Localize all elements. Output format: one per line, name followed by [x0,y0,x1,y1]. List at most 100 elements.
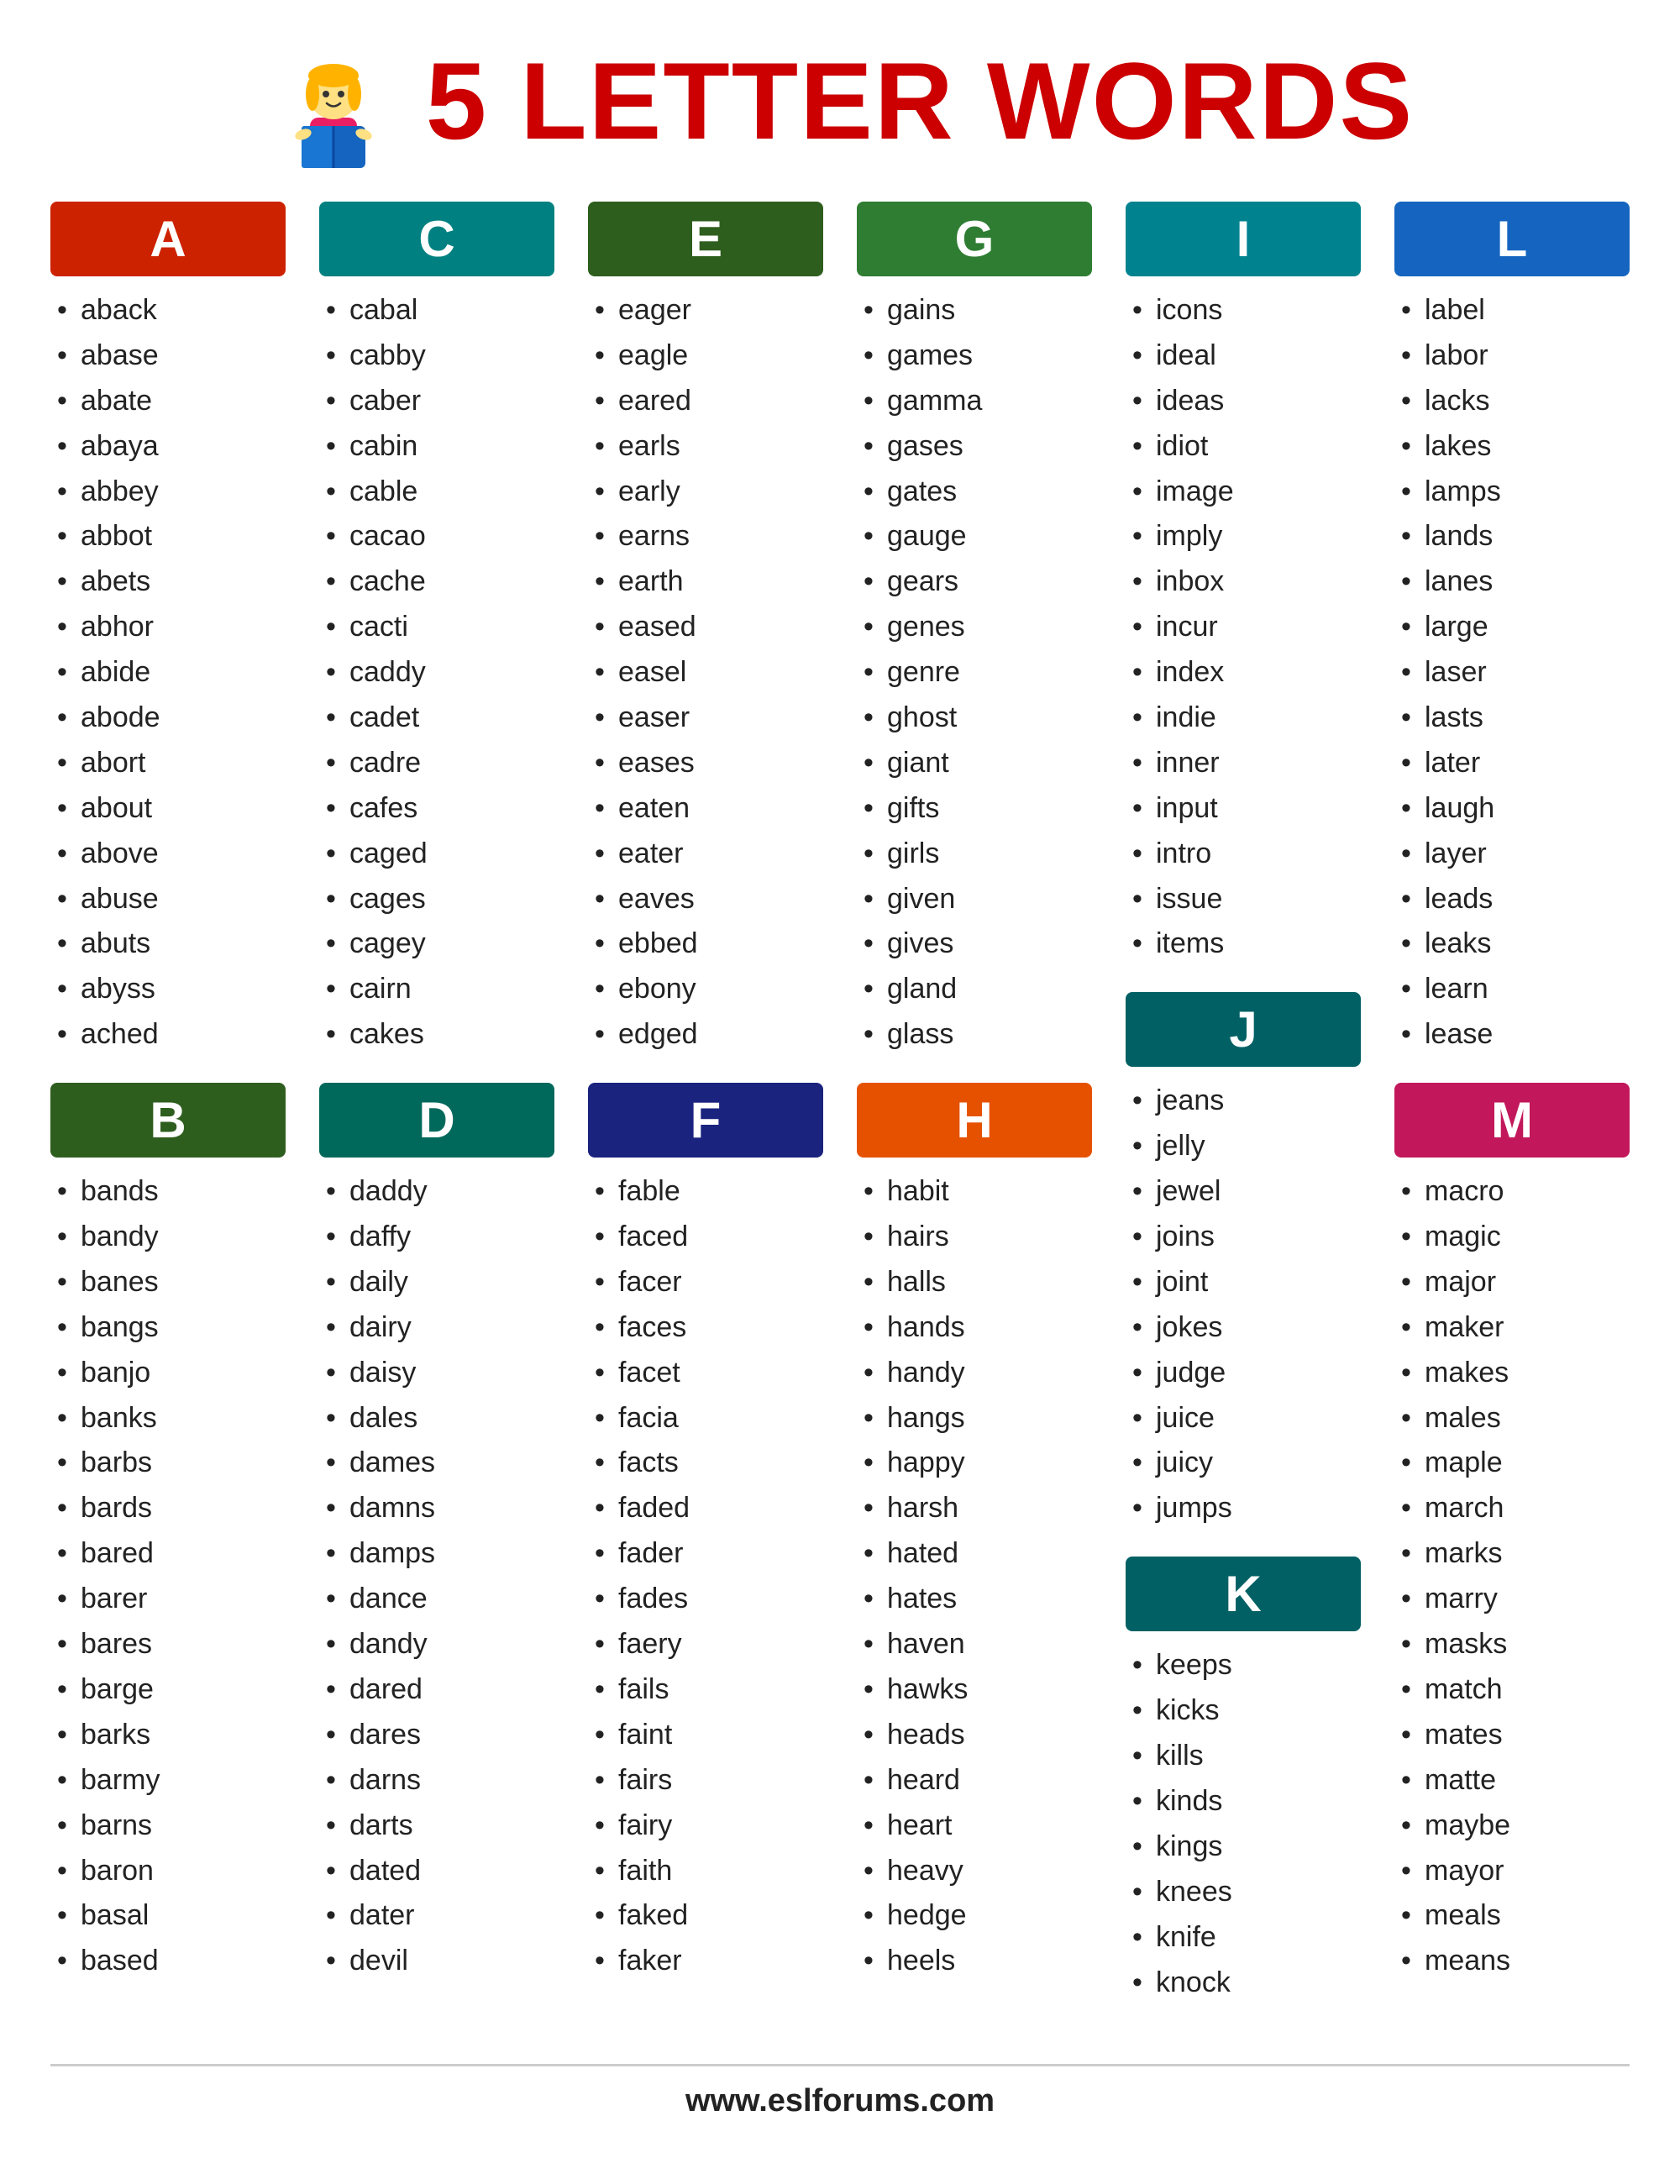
list-item: jumps [1126,1486,1361,1531]
list-item: abate [50,379,286,424]
section-d: Ddaddydaffydailydairydaisydalesdamesdamn… [319,1083,554,1984]
list-item: march [1394,1486,1630,1531]
list-item: cache [319,559,554,605]
list-item: lamps [1394,470,1630,515]
column-5: Iiconsidealideasidiotimageimplyinboxincu… [1126,202,1361,2030]
list-item: eaves [588,877,823,922]
list-item: cabal [319,288,554,333]
list-item: daisy [319,1351,554,1396]
words-grid: Aabackabaseabateabayaabbeyabbotabetsabho… [50,202,1630,2030]
word-list-h: habithairshallshandshandyhangshappyharsh… [857,1169,1092,1984]
list-item: abide [50,650,286,696]
list-item: jewel [1126,1169,1361,1215]
list-item: indie [1126,696,1361,741]
section-e: Eeagereagleearedearlsearlyearnsearthease… [588,202,823,1058]
list-item: eagle [588,333,823,379]
list-item: gland [857,967,1092,1012]
list-item: bangs [50,1305,286,1351]
list-item: males [1394,1396,1630,1441]
list-item: labor [1394,333,1630,379]
column-1: Aabackabaseabateabayaabbeyabbotabetsabho… [50,202,286,2030]
list-item: abuts [50,921,286,967]
list-item: layer [1394,832,1630,877]
list-item: darts [319,1803,554,1849]
list-item: lands [1394,514,1630,559]
list-item: knock [1126,1961,1361,2006]
list-item: ideas [1126,379,1361,424]
page-header: 5 LETTER WORDS [50,34,1630,168]
list-item: heart [857,1803,1092,1849]
list-item: magic [1394,1215,1630,1260]
list-item: gifts [857,786,1092,832]
list-item: dairy [319,1305,554,1351]
list-item: cadre [319,741,554,786]
word-list-a: abackabaseabateabayaabbeyabbotabetsabhor… [50,288,286,1058]
list-item: icons [1126,288,1361,333]
list-item: fairs [588,1758,823,1803]
list-item: faced [588,1215,823,1260]
list-item: mayor [1394,1849,1630,1894]
list-item: joins [1126,1215,1361,1260]
list-item: dater [319,1893,554,1939]
list-item: abode [50,696,286,741]
list-item: eases [588,741,823,786]
list-item: gains [857,288,1092,333]
list-item: cagey [319,921,554,967]
list-item: matte [1394,1758,1630,1803]
column-6: Llabellaborlackslakeslampslandslaneslarg… [1394,202,1630,2030]
list-item: learn [1394,967,1630,1012]
list-item: heard [857,1758,1092,1803]
list-item: hands [857,1305,1092,1351]
list-item: fades [588,1577,823,1622]
list-item: major [1394,1260,1630,1305]
list-item: damns [319,1486,554,1531]
list-item: dance [319,1577,554,1622]
list-item: fairy [588,1803,823,1849]
list-item: means [1394,1939,1630,1984]
section-f: Ffablefacedfacerfacesfacetfaciafactsfade… [588,1083,823,1984]
list-item: abets [50,559,286,605]
list-item: given [857,877,1092,922]
list-item: facet [588,1351,823,1396]
list-item: cages [319,877,554,922]
list-item: games [857,333,1092,379]
list-item: facts [588,1441,823,1486]
word-list-i: iconsidealideasidiotimageimplyinboxincur… [1126,288,1361,967]
list-item: juice [1126,1396,1361,1441]
list-item: caged [319,832,554,877]
list-item: giant [857,741,1092,786]
list-item: later [1394,741,1630,786]
list-item: judge [1126,1351,1361,1396]
list-item: faces [588,1305,823,1351]
list-item: imply [1126,514,1361,559]
list-item: bards [50,1486,286,1531]
list-item: heads [857,1713,1092,1758]
letter-header-f: F [588,1083,823,1158]
list-item: ebbed [588,921,823,967]
list-item: haven [857,1622,1092,1667]
section-m: Mmacromagicmajormakermakesmalesmaplemarc… [1394,1083,1630,1984]
list-item: banjo [50,1351,286,1396]
list-item: abase [50,333,286,379]
list-item: masks [1394,1622,1630,1667]
header-illustration [266,34,401,168]
list-item: input [1126,786,1361,832]
list-item: heels [857,1939,1092,1984]
list-item: hawks [857,1667,1092,1713]
section-l: Llabellaborlackslakeslampslandslaneslarg… [1394,202,1630,1058]
list-item: laugh [1394,786,1630,832]
list-item: cadet [319,696,554,741]
section-h: Hhabithairshallshandshandyhangshappyhars… [857,1083,1092,1984]
list-item: bared [50,1531,286,1577]
list-item: gives [857,921,1092,967]
list-item: about [50,786,286,832]
list-item: cable [319,470,554,515]
list-item: dandy [319,1622,554,1667]
list-item: eater [588,832,823,877]
list-item: dales [319,1396,554,1441]
list-item: earls [588,424,823,470]
word-list-c: cabalcabbycabercabincablecacaocachecacti… [319,288,554,1058]
list-item: lanes [1394,559,1630,605]
list-item: barns [50,1803,286,1849]
letter-header-i: I [1126,202,1361,276]
